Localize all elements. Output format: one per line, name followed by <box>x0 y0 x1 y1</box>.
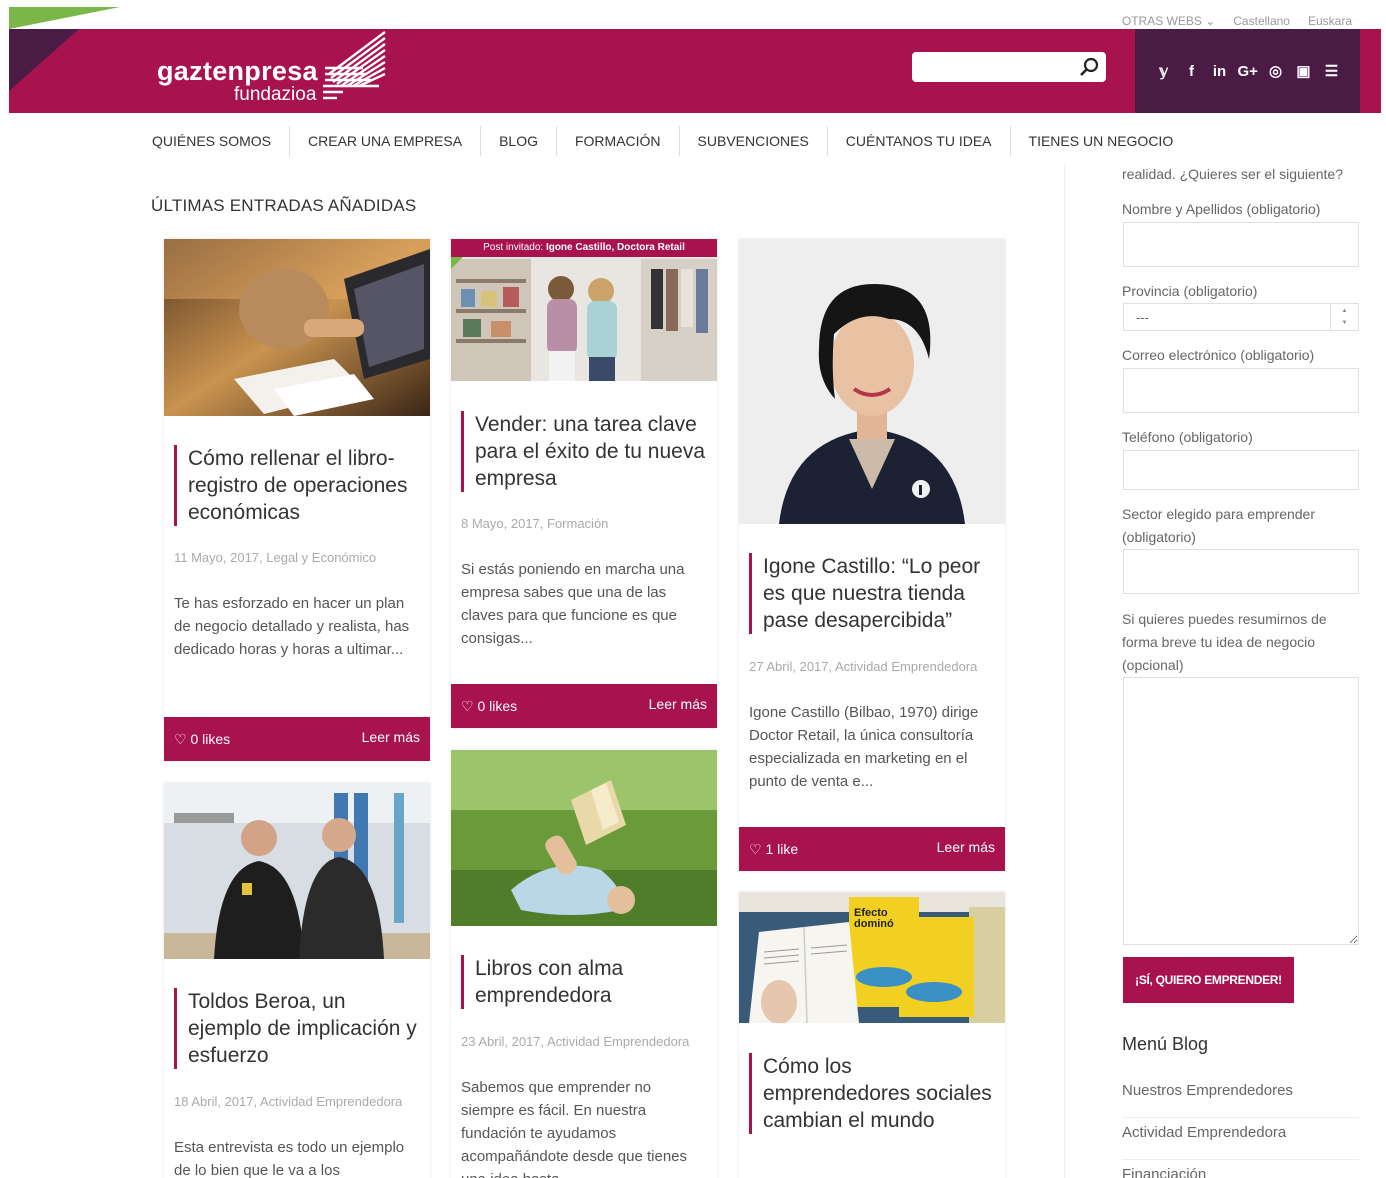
nav-blog[interactable]: BLOG <box>480 126 556 156</box>
post-excerpt: Te has esforzado en hacer un plan de neg… <box>174 595 410 658</box>
blog-menu-title: Menú Blog <box>1122 1034 1209 1054</box>
post-image-workshop <box>164 783 430 959</box>
rss-icon[interactable]: ☰ <box>1322 62 1342 80</box>
post-excerpt: Sabemos que emprender no siempre es fáci… <box>461 1079 688 1178</box>
post-excerpt: Igone Castillo (Bilbao, 1970) dirige Doc… <box>749 704 979 790</box>
menu-item-actividad[interactable]: Actividad Emprendedora <box>1122 1118 1359 1160</box>
nav-subvenciones[interactable]: SUBVENCIONES <box>678 126 827 156</box>
main-nav: QUIÉNES SOMOS CREAR UNA EMPRESA BLOG FOR… <box>134 126 1191 156</box>
read-more-link[interactable]: Leer más <box>649 696 707 712</box>
post-title[interactable]: Toldos Beroa, un ejemplo de implicación … <box>174 988 422 1069</box>
twitter-icon[interactable]: 𝕪 <box>1154 62 1174 80</box>
logo-sub: fundazioa <box>234 84 317 105</box>
nav-crear-empresa[interactable]: CREAR UNA EMPRESA <box>289 126 480 156</box>
select-arrows-icon: ▲ ▼ <box>1330 304 1358 330</box>
sidebar-divider <box>1064 165 1065 1178</box>
post-image[interactable] <box>451 239 717 381</box>
search-icon[interactable] <box>1078 56 1100 78</box>
site-logo[interactable]: gaztenpresa fundazioa <box>157 30 392 108</box>
post-image[interactable] <box>739 239 1005 524</box>
linkedin-icon[interactable]: in <box>1210 63 1230 80</box>
post-title[interactable]: Cómo los emprendedores sociales cambian … <box>749 1053 997 1134</box>
post-title[interactable]: Libros con alma emprendedora <box>461 955 709 1009</box>
post-image[interactable] <box>164 783 430 959</box>
like-button[interactable]: ♡ 1 like <box>749 841 798 858</box>
like-button[interactable]: ♡ 0 likes <box>174 731 230 748</box>
other-webs-link[interactable]: OTRAS WEBS ⌄ <box>1122 14 1215 28</box>
instagram-icon[interactable]: ◎ <box>1266 62 1286 80</box>
post-image[interactable] <box>164 239 430 416</box>
province-select[interactable]: --- ▲ ▼ <box>1123 303 1359 331</box>
like-button[interactable]: ♡ 0 likes <box>461 698 517 715</box>
lang-eu-link[interactable]: Euskara <box>1308 14 1352 28</box>
sidebar-intro: realidad. ¿Quieres ser el siguiente? <box>1122 166 1344 182</box>
idea-label: Si quieres puedes resumirnos de forma br… <box>1122 611 1327 673</box>
sector-field[interactable] <box>1123 549 1359 594</box>
logo-mark-icon <box>323 31 386 100</box>
post-title[interactable]: Igone Castillo: “Lo peor es que nuestra … <box>749 553 997 634</box>
post-image[interactable]: Efecto dominó <box>739 892 1005 1023</box>
post-card: Toldos Beroa, un ejemplo de implicación … <box>164 783 430 1178</box>
post-card: Post invitado: Igone Castillo, Doctora R… <box>451 239 717 728</box>
nav-tienes-negocio[interactable]: TIENES UN NEGOCIO <box>1009 126 1192 156</box>
post-meta: 8 Mayo, 2017, Formación <box>461 516 609 531</box>
name-field[interactable] <box>1123 222 1359 267</box>
post-title[interactable]: Cómo rellenar el libro-registro de opera… <box>174 445 422 526</box>
post-footer: ♡ 0 likes Leer más <box>451 684 717 728</box>
menu-item-emprendedores[interactable]: Nuestros Emprendedores <box>1122 1076 1359 1118</box>
post-card: Libros con alma emprendedora 23 Abril, 2… <box>451 750 717 1178</box>
phone-label: Teléfono (obligatorio) <box>1122 429 1253 445</box>
youtube-icon[interactable]: ▣ <box>1294 62 1314 80</box>
menu-item-financiacion[interactable]: Financiación <box>1122 1160 1359 1178</box>
post-footer: ♡ 0 likes Leer más <box>164 717 430 761</box>
email-label: Correo electrónico (obligatorio) <box>1122 347 1315 363</box>
post-card: Cómo rellenar el libro-registro de opera… <box>164 239 430 761</box>
name-label: Nombre y Apellidos (obligatorio) <box>1122 201 1321 217</box>
lang-es-link[interactable]: Castellano <box>1233 14 1290 28</box>
guest-post-banner: Post invitado: Igone Castillo, Doctora R… <box>451 239 717 257</box>
idea-textarea[interactable] <box>1123 677 1359 945</box>
read-more-link[interactable]: Leer más <box>362 729 420 745</box>
section-title: ÚLTIMAS ENTRADAS AÑADIDAS <box>151 196 417 215</box>
nav-cuentanos-idea[interactable]: CUÉNTANOS TU IDEA <box>826 126 1010 156</box>
post-meta: 27 Abril, 2017, Actividad Emprendedora <box>749 659 978 674</box>
banner-prefix: Post invitado: <box>483 242 546 253</box>
googleplus-icon[interactable]: G+ <box>1238 63 1258 80</box>
post-excerpt: Esta entrevista es todo un ejemplo de lo… <box>174 1139 405 1178</box>
province-value: --- <box>1136 310 1149 325</box>
corner-decoration <box>9 7 120 113</box>
post-footer: ♡ 1 like Leer más <box>739 827 1005 871</box>
nav-formacion[interactable]: FORMACIÓN <box>555 126 679 156</box>
post-card: Igone Castillo: “Lo peor es que nuestra … <box>739 239 1005 871</box>
utility-bar: OTRAS WEBS ⌄ Castellano Euskara <box>1122 14 1352 28</box>
purple-triangle <box>9 29 79 91</box>
email-field[interactable] <box>1123 368 1359 413</box>
green-triangle <box>9 7 120 29</box>
read-more-link[interactable]: Leer más <box>937 839 995 855</box>
search-input[interactable] <box>912 52 1106 82</box>
post-meta: 18 Abril, 2017, Actividad Emprendedora <box>174 1094 403 1109</box>
book-cover-text: dominó <box>854 918 894 930</box>
post-image-reading <box>451 750 717 926</box>
logo-word: gaztenpresa <box>157 56 318 86</box>
sector-label: Sector elegido para emprender (obligator… <box>1122 506 1316 545</box>
post-image-books: Efecto dominó <box>739 892 1005 1023</box>
province-label: Provincia (obligatorio) <box>1122 283 1258 299</box>
facebook-icon[interactable]: f <box>1182 63 1202 80</box>
post-meta: 11 Mayo, 2017, Legal y Económico <box>174 550 377 565</box>
post-image-portrait <box>739 239 1005 524</box>
post-image-shop <box>451 239 717 381</box>
phone-field[interactable] <box>1123 450 1359 490</box>
submit-button[interactable]: ¡SÍ, QUIERO EMPRENDER! <box>1123 957 1294 1003</box>
post-card: Efecto dominó Cómo los emprendedores soc… <box>739 892 1005 1178</box>
post-title[interactable]: Vender: una tarea clave para el éxito de… <box>461 411 709 492</box>
post-image-laptop <box>164 239 430 416</box>
post-excerpt: Si estás poniendo en marcha una empresa … <box>461 561 685 647</box>
social-links: 𝕪 f in G+ ◎ ▣ ☰ <box>1135 29 1360 113</box>
post-meta: 23 Abril, 2017, Actividad Emprendedora <box>461 1034 690 1049</box>
banner-author: Igone Castillo, Doctora Retail <box>545 242 685 253</box>
post-image[interactable] <box>451 750 717 926</box>
nav-quienes-somos[interactable]: QUIÉNES SOMOS <box>134 126 289 156</box>
